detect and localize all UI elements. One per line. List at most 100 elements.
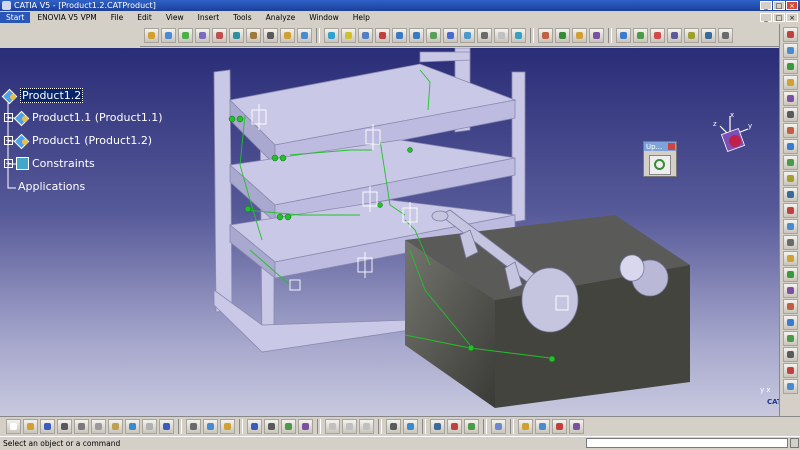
sectioning-icon[interactable] bbox=[633, 28, 648, 43]
iso-view-icon[interactable] bbox=[460, 28, 475, 43]
comment-icon[interactable] bbox=[203, 419, 218, 434]
constraint-contact-icon[interactable] bbox=[782, 43, 798, 58]
selective-load-icon[interactable] bbox=[280, 28, 295, 43]
constraint-angle-icon[interactable] bbox=[782, 75, 798, 90]
render-style-icon[interactable] bbox=[518, 419, 533, 434]
menu-view[interactable]: View bbox=[159, 13, 191, 22]
menu-start[interactable]: Start bbox=[0, 12, 31, 23]
change-constraint-icon[interactable] bbox=[782, 171, 798, 186]
link-icon[interactable] bbox=[220, 419, 235, 434]
explode-icon[interactable] bbox=[538, 28, 553, 43]
apply-material-icon[interactable] bbox=[491, 419, 506, 434]
doc-close-button[interactable]: × bbox=[786, 13, 798, 22]
scenes-icon[interactable] bbox=[782, 299, 798, 314]
menu-edit[interactable]: Edit bbox=[130, 13, 159, 22]
print-icon[interactable] bbox=[57, 419, 72, 434]
new-part-icon[interactable] bbox=[195, 28, 210, 43]
new-product-icon[interactable] bbox=[178, 28, 193, 43]
cut-icon[interactable] bbox=[74, 419, 89, 434]
fix-together-icon[interactable] bbox=[782, 107, 798, 122]
pocket-icon[interactable] bbox=[782, 235, 798, 250]
command-history-button[interactable] bbox=[790, 438, 799, 448]
hole-icon[interactable] bbox=[782, 219, 798, 234]
command-input[interactable] bbox=[586, 438, 788, 448]
rotate-icon[interactable] bbox=[375, 28, 390, 43]
tree-item-label[interactable]: Product1.1 (Product1.1) bbox=[32, 111, 163, 124]
expand-icon[interactable]: + bbox=[4, 159, 13, 168]
reuse-pattern-icon[interactable] bbox=[782, 155, 798, 170]
replace-component-icon[interactable] bbox=[229, 28, 244, 43]
maximize-button[interactable]: □ bbox=[773, 1, 785, 10]
redo-icon[interactable] bbox=[142, 419, 157, 434]
shading-icon[interactable] bbox=[477, 28, 492, 43]
menu-help[interactable]: Help bbox=[346, 13, 377, 22]
compass[interactable]: x y z bbox=[710, 111, 765, 161]
whats-this-icon[interactable] bbox=[159, 419, 174, 434]
menu-window[interactable]: Window bbox=[302, 13, 346, 22]
multi-instantiation-icon[interactable] bbox=[782, 187, 798, 202]
symmetry-icon[interactable] bbox=[782, 283, 798, 298]
catalog-browser-icon[interactable] bbox=[325, 419, 340, 434]
quick-constraint-icon[interactable] bbox=[782, 123, 798, 138]
close-button[interactable]: × bbox=[786, 1, 798, 10]
assembly-icon[interactable] bbox=[144, 28, 159, 43]
undo-icon[interactable] bbox=[125, 419, 140, 434]
publication-icon[interactable] bbox=[782, 331, 798, 346]
inertia-icon[interactable] bbox=[701, 28, 716, 43]
constraint-offset-icon[interactable] bbox=[782, 59, 798, 74]
expand-icon[interactable]: + bbox=[4, 113, 13, 122]
copy-icon[interactable] bbox=[91, 419, 106, 434]
tree-root[interactable]: Product1.2 bbox=[4, 88, 84, 103]
fix-component-icon[interactable] bbox=[782, 91, 798, 106]
tree-item-product1[interactable]: + Product1 (Product1.2) bbox=[4, 134, 152, 147]
doc-maximize-button[interactable]: □ bbox=[773, 13, 785, 22]
manage-representations-icon[interactable] bbox=[297, 28, 312, 43]
doc-minimize-button[interactable]: _ bbox=[760, 13, 772, 22]
update-button[interactable] bbox=[649, 155, 671, 175]
clash-icon[interactable] bbox=[616, 28, 631, 43]
expand-icon[interactable]: + bbox=[4, 136, 13, 145]
minimize-button[interactable]: _ bbox=[760, 1, 772, 10]
paste-icon[interactable] bbox=[108, 419, 123, 434]
tree-item-product1-1[interactable]: + Product1.1 (Product1.1) bbox=[4, 111, 163, 124]
menu-file[interactable]: File bbox=[104, 13, 131, 22]
knowledge-inspector-icon[interactable] bbox=[298, 419, 313, 434]
tree-root-label[interactable]: Product1.2 bbox=[20, 88, 84, 103]
tree-item-label[interactable]: Constraints bbox=[32, 157, 95, 170]
floating-up-toolbar[interactable]: Up... bbox=[643, 141, 677, 177]
zoom-out-icon[interactable] bbox=[409, 28, 424, 43]
normal-view-icon[interactable] bbox=[426, 28, 441, 43]
update-icon[interactable] bbox=[555, 28, 570, 43]
reaction-icon[interactable] bbox=[281, 419, 296, 434]
distance-icon[interactable] bbox=[650, 28, 665, 43]
measure-icon[interactable] bbox=[684, 28, 699, 43]
new-document-icon[interactable] bbox=[6, 419, 21, 434]
remove-icon[interactable] bbox=[782, 267, 798, 282]
menu-insert[interactable]: Insert bbox=[191, 13, 227, 22]
tree-item-label[interactable]: Product1 (Product1.2) bbox=[32, 134, 152, 147]
multiview-icon[interactable] bbox=[342, 419, 357, 434]
analysis-icon[interactable] bbox=[782, 363, 798, 378]
hide-show-icon[interactable] bbox=[494, 28, 509, 43]
custom-view-icon[interactable] bbox=[569, 419, 584, 434]
measure-inertia-icon[interactable] bbox=[464, 419, 479, 434]
split-icon[interactable] bbox=[782, 203, 798, 218]
pan-icon[interactable] bbox=[358, 28, 373, 43]
design-table-icon[interactable] bbox=[247, 419, 262, 434]
swap-space-icon[interactable] bbox=[511, 28, 526, 43]
zoom-in-icon[interactable] bbox=[392, 28, 407, 43]
3d-viewport[interactable]: Product1.2 + Product1.1 (Product1.1) + P… bbox=[0, 48, 779, 416]
tree-item-constraints[interactable]: + Constraints bbox=[4, 157, 95, 170]
shading-edges-icon[interactable] bbox=[535, 419, 550, 434]
constraint-coincidence-icon[interactable] bbox=[782, 27, 798, 42]
open-icon[interactable] bbox=[23, 419, 38, 434]
video-icon[interactable] bbox=[386, 419, 401, 434]
menu-tools[interactable]: Tools bbox=[226, 13, 258, 22]
tree-item-applications[interactable]: Applications bbox=[18, 180, 85, 193]
close-icon[interactable] bbox=[668, 143, 675, 150]
compare-icon[interactable] bbox=[667, 28, 682, 43]
existing-component-icon[interactable] bbox=[212, 28, 227, 43]
bill-of-material-icon[interactable] bbox=[782, 347, 798, 362]
formula-icon[interactable] bbox=[186, 419, 201, 434]
wireframe-icon[interactable] bbox=[552, 419, 567, 434]
